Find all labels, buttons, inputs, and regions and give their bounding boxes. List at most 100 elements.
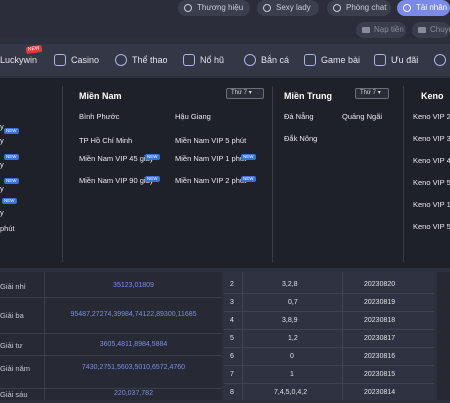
left-item[interactable]: y	[0, 208, 4, 218]
prize-numbers: 3605,4811,8984,5884	[99, 341, 168, 348]
province-label: Miền Nam VIP 2 phút	[175, 176, 247, 185]
new-badge: NEW	[4, 178, 19, 184]
day-select[interactable]: Thứ 7 ▾	[355, 88, 389, 99]
table-row: 8 7,4,5,0,4,2 20230814	[224, 384, 434, 402]
keno-link[interactable]: Keno VIP 5	[413, 222, 450, 232]
keno-link[interactable]: Keno VIP 20	[413, 112, 450, 122]
table-row: 7 1 20230815	[224, 366, 434, 384]
row-value: 1,2	[288, 335, 298, 342]
lottery-dropdown: y NEW y NEW y NEW y NEW y phút Miền Nam …	[0, 78, 450, 268]
row-index: 7	[230, 371, 234, 378]
transfer-button[interactable]: Chuyển	[412, 22, 450, 38]
province-link[interactable]: Hậu Giang	[175, 112, 211, 122]
row-value: 0,7	[288, 299, 298, 306]
row-date: 20230817	[364, 335, 396, 342]
chat-room-link-label: Phòng chat	[346, 3, 387, 12]
row-index: 3	[230, 299, 234, 306]
brand-link[interactable]: Thương hiệu	[178, 0, 250, 16]
personal-link[interactable]: Tài nhân	[397, 0, 450, 16]
region-mien-nam: Miền Nam	[79, 86, 122, 104]
nav-sports[interactable]: Thể thao	[115, 52, 168, 68]
prize-name: Giải sáu	[0, 390, 28, 399]
province-link[interactable]: TP Hồ Chí Minh	[79, 136, 132, 146]
keno-link[interactable]: Keno VIP 1	[413, 200, 450, 210]
nav-fishing-label: Bắn cá	[261, 55, 290, 65]
table-row: 2 3,2,8 20230820	[224, 276, 434, 294]
nav-promotions[interactable]: Ưu đãi	[374, 52, 418, 68]
province-link[interactable]: Quảng Ngãi	[342, 112, 382, 122]
day-select-value: Thứ 7	[231, 90, 248, 96]
scrollbar[interactable]	[437, 272, 450, 400]
table-row: Giải sáu 220,037,782	[0, 389, 222, 403]
nav-account[interactable]	[434, 52, 450, 68]
nav-casino[interactable]: Casino	[54, 52, 99, 68]
top-bar: Thương hiệu Sexy lady Phòng chat Tài nhâ…	[0, 0, 450, 38]
row-date: 20230820	[364, 281, 396, 288]
nav-sports-label: Thể thao	[132, 55, 168, 65]
row-date: 20230818	[364, 317, 396, 324]
history-table: 2 3,2,8 20230820 3 0,7 20230819 4 3,8,9 …	[224, 272, 434, 400]
results-area: Giải nhì 35123,01809 Giải ba 95487,27274…	[0, 272, 450, 400]
row-value: 1	[290, 371, 294, 378]
province-link[interactable]: Bình Phước	[79, 112, 119, 122]
prize-numbers: 95487,27274,39984,74122,89300,11685	[70, 311, 197, 318]
table-row: 6 0 20230816	[224, 348, 434, 366]
nav-card-games-label: Game bài	[321, 55, 361, 65]
prize-name: Giải năm	[0, 364, 31, 373]
table-row: Giải tư 3605,4811,8984,5884	[0, 334, 222, 356]
left-item[interactable]: y	[0, 160, 4, 170]
fish-icon	[244, 54, 256, 66]
car-icon	[184, 4, 192, 12]
province-label: Miền Nam VIP 45 giây	[79, 154, 154, 163]
slot-machine-icon	[183, 54, 195, 66]
row-date: 20230815	[364, 371, 396, 378]
chat-icon	[333, 4, 341, 12]
prize-numbers: 7430,2751,5603,5010,6572,4760	[81, 364, 186, 371]
main-nav: Luckywin NEW Casino Thể thao Nổ hũ Bắn c…	[0, 44, 450, 76]
table-row: 5 1,2 20230817	[224, 330, 434, 348]
left-item[interactable]: y	[0, 184, 4, 194]
prize-name: Giải ba	[0, 311, 24, 320]
nav-card-games[interactable]: Game bài	[304, 52, 360, 68]
prize-numbers: 220,037,782	[114, 390, 153, 397]
province-link[interactable]: Đắk Nông	[284, 134, 317, 144]
sexy-lady-link-label: Sexy lady	[276, 3, 311, 12]
left-item[interactable]: phút	[0, 224, 15, 234]
keno-link[interactable]: Keno VIP 50	[413, 178, 450, 188]
new-badge: NEW	[145, 154, 160, 160]
day-select[interactable]: Thứ 7 ▾	[226, 88, 264, 99]
row-value: 3,2,8	[282, 281, 298, 288]
chat-room-link[interactable]: Phòng chat	[327, 0, 391, 16]
nav-slots[interactable]: Nổ hũ	[183, 52, 224, 68]
nav-luckywin[interactable]: Luckywin NEW	[0, 44, 43, 68]
region-title: Keno	[421, 91, 444, 101]
sexy-lady-link[interactable]: Sexy lady	[257, 0, 319, 16]
nav-fishing[interactable]: Bắn cá	[244, 52, 289, 68]
prize-name: Giải tư	[0, 341, 23, 350]
province-link[interactable]: Đà Nẵng	[284, 112, 314, 122]
row-index: 4	[230, 317, 234, 324]
left-item[interactable]: y	[0, 136, 4, 146]
nav-casino-label: Casino	[71, 55, 100, 65]
row-index: 5	[230, 335, 234, 342]
keno-link[interactable]: Keno VIP 40	[413, 156, 450, 166]
row-value: 7,4,5,0,4,2	[274, 389, 308, 396]
new-badge: NEW	[25, 44, 43, 55]
soccer-ball-icon	[115, 54, 127, 66]
province-label: Miền Nam VIP 1 phút	[175, 154, 247, 163]
province-label: Miền Nam VIP 90 giây	[79, 176, 154, 185]
province-link[interactable]: Miền Nam VIP 5 phút	[175, 136, 246, 146]
row-index: 2	[230, 281, 234, 288]
table-row: Giải nhì 35123,01809	[0, 272, 222, 298]
row-value: 3,8,9	[282, 317, 298, 324]
region-title: Miền Trung	[284, 91, 332, 101]
divider	[62, 86, 63, 262]
deposit-button[interactable]: Nạp tiền	[356, 22, 406, 38]
brand-link-label: Thương hiệu	[197, 3, 244, 12]
new-badge: NEW	[145, 176, 160, 182]
keno-link[interactable]: Keno VIP 30	[413, 134, 450, 144]
table-row: Giải năm 7430,2751,5603,5010,6572,4760	[0, 356, 222, 389]
row-value: 0	[290, 353, 294, 360]
table-row: 4 3,8,9 20230818	[224, 312, 434, 330]
prize-name: Giải nhì	[0, 282, 26, 291]
